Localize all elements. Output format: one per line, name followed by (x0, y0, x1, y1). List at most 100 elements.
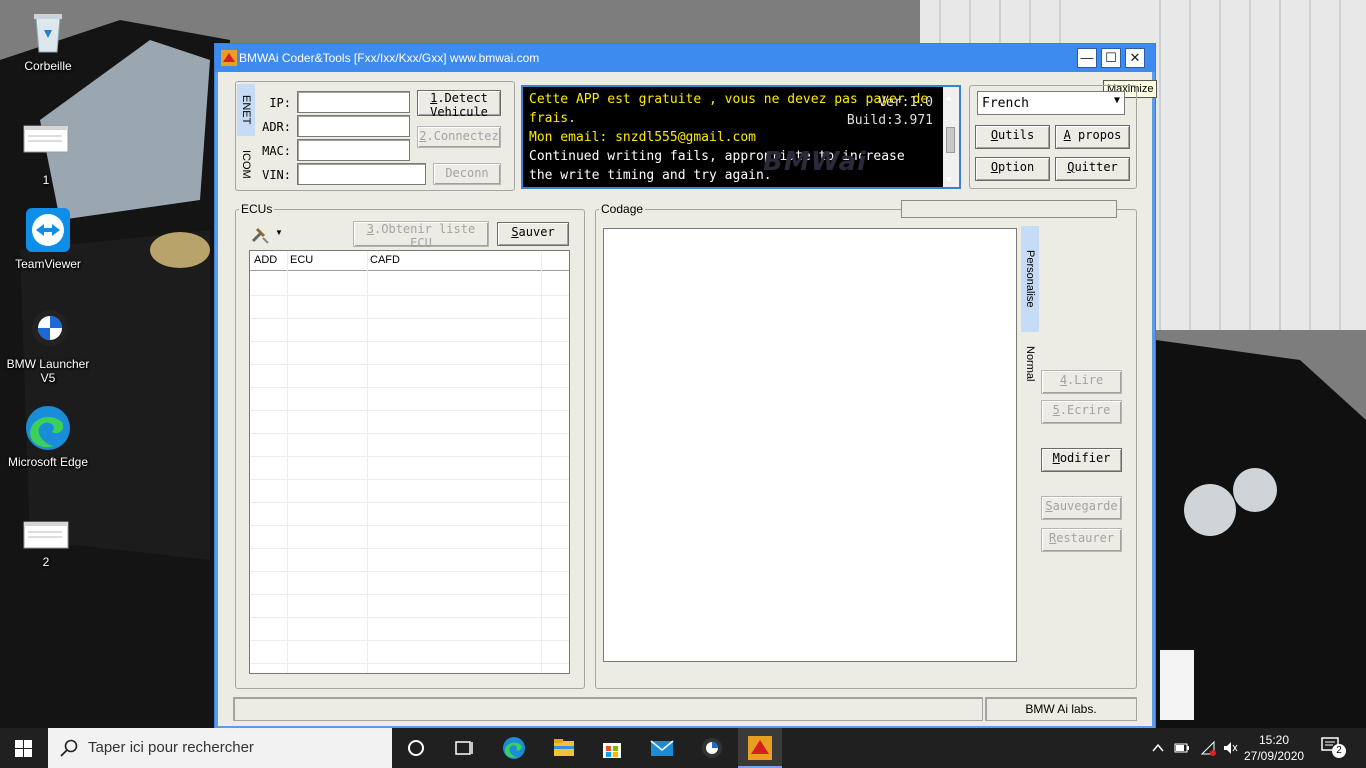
table-row (250, 617, 569, 618)
ecus-label: ECUs (239, 202, 275, 216)
mac-input[interactable] (297, 139, 410, 161)
status-bar-credit: BMW Ai labs. (985, 697, 1137, 721)
maximize-button[interactable]: ☐ (1101, 48, 1121, 68)
desktop-icon-edge[interactable]: Microsoft Edge (2, 404, 94, 469)
get-ecu-list-button[interactable]: 3.Obtenir liste ECU (353, 221, 489, 250)
ecu-table[interactable]: ADD ECU CAFD (249, 250, 570, 674)
build-label: Build:3.971 (846, 113, 933, 128)
console-line: Mon email: snzdl555@gmail.com (529, 130, 756, 145)
restaurer-button[interactable]: Restaurer (1041, 528, 1122, 552)
desktop-icon-file-1[interactable]: 1 (0, 122, 92, 187)
notification-center-button[interactable]: 2 (1320, 736, 1350, 760)
sauver-button[interactable]: Sauver (497, 222, 569, 246)
disconnect-button[interactable]: Deconn (433, 163, 501, 185)
cortana-icon[interactable] (404, 736, 428, 760)
mac-label: MAC: (262, 144, 291, 158)
wrench-hammer-icon (251, 228, 269, 244)
status-bar-main (233, 697, 983, 721)
bmwai-taskbar-item[interactable] (738, 728, 782, 768)
search-icon (60, 739, 78, 757)
chevron-up-icon[interactable] (1152, 742, 1164, 754)
scroll-up-icon[interactable]: ▲ (946, 89, 951, 108)
table-row (250, 410, 569, 411)
console-line: the write timing and try again. (529, 168, 772, 183)
desktop-icon-label: TeamViewer (15, 257, 81, 271)
table-row (250, 479, 569, 480)
chevron-down-icon: ▼ (1113, 95, 1120, 106)
apropos-button[interactable]: A propos (1055, 125, 1130, 149)
language-select[interactable]: French ▼ (977, 91, 1125, 115)
ecu-table-header: ADD ECU CAFD (250, 251, 569, 271)
desktop-icon-file-2[interactable]: 2 (0, 520, 92, 569)
app-window: BMWAi Coder&Tools [Fxx/Ixx/Kxx/Gxx] www.… (214, 43, 1158, 730)
windows-start-icon[interactable] (15, 740, 32, 757)
bmwai-app-icon (748, 736, 772, 760)
chevron-down-icon: ▼ (275, 228, 283, 237)
desktop-icon-label: 1 (42, 173, 50, 187)
edge-icon (24, 404, 72, 452)
title-bar[interactable]: BMWAi Coder&Tools [Fxx/Ixx/Kxx/Gxx] www.… (215, 44, 1155, 72)
tab-personalise[interactable]: Personalise (1021, 226, 1039, 332)
network-icon[interactable] (1200, 740, 1216, 756)
tab-normal[interactable]: Normal (1021, 334, 1039, 394)
connect-button[interactable]: 2.Connectez (417, 126, 501, 148)
clock-date: 27/09/2020 (1244, 749, 1305, 763)
vin-input[interactable] (297, 163, 426, 185)
table-row (250, 525, 569, 526)
console-line: Continued writing fails, appropriate to … (529, 149, 905, 164)
desktop-icon-recycle-bin[interactable]: Corbeille (2, 8, 94, 73)
table-row (250, 364, 569, 365)
ecrire-button[interactable]: 5.Ecrire (1041, 400, 1122, 424)
store-icon[interactable] (600, 736, 624, 760)
table-row (250, 502, 569, 503)
tab-icom[interactable]: ICOM (237, 138, 255, 190)
scroll-thumb[interactable] (946, 127, 955, 153)
ip-input[interactable] (297, 91, 410, 113)
recycle-bin-icon (24, 8, 72, 56)
outils-button[interactable]: Outils (975, 125, 1050, 149)
tab-enet[interactable]: ENET (237, 84, 255, 136)
column-header-ecu[interactable]: ECU (290, 254, 313, 266)
adr-input[interactable] (297, 115, 410, 137)
minimize-button[interactable]: — (1077, 48, 1097, 68)
desktop-icon-teamviewer[interactable]: TeamViewer (2, 206, 94, 271)
quitter-button[interactable]: Quitter (1055, 157, 1130, 181)
edge-taskbar-icon[interactable] (502, 736, 526, 760)
table-row (250, 318, 569, 319)
detect-vehicle-button[interactable]: 1.Detect Vehicule (417, 90, 501, 119)
language-value: French (982, 96, 1029, 111)
bmw-launcher-icon (24, 306, 72, 354)
sauvegarde-button[interactable]: Sauvegarde (1041, 496, 1122, 520)
bmw-launcher-taskbar-icon[interactable] (700, 736, 724, 760)
window-title: BMWAi Coder&Tools [Fxx/Ixx/Kxx/Gxx] www.… (239, 51, 540, 65)
scroll-down-icon[interactable]: ▼ (946, 171, 951, 187)
volume-muted-icon[interactable] (1222, 740, 1238, 756)
clock-time: 15:20 (1258, 733, 1290, 747)
modifier-button[interactable]: Modifier (1041, 448, 1122, 472)
table-row (250, 640, 569, 641)
search-placeholder: Taper ici pour rechercher (88, 739, 254, 756)
file-explorer-icon[interactable] (552, 736, 576, 760)
bmwai-app-icon (221, 50, 237, 66)
console-scrollbar[interactable]: ▲ ▼ (943, 87, 959, 187)
taskbar-search-box[interactable]: Taper ici pour rechercher (48, 728, 392, 768)
coding-text-area[interactable] (603, 228, 1017, 662)
column-header-add[interactable]: ADD (254, 254, 277, 266)
column-header-cafd[interactable]: CAFD (370, 254, 400, 266)
table-row (250, 387, 569, 388)
tools-dropdown[interactable]: ▼ (251, 226, 287, 244)
document-icon (22, 122, 70, 170)
mail-icon[interactable] (650, 736, 674, 760)
lire-button[interactable]: 4.Lire (1041, 370, 1122, 394)
message-console: Cette APP est gratuite , vous ne devez p… (521, 85, 961, 189)
desktop-icon-label: Corbeille (24, 59, 72, 73)
teamviewer-icon (24, 206, 72, 254)
desktop-icon-bmw-launcher[interactable]: BMW Launcher V5 (2, 306, 94, 385)
system-clock[interactable]: 15:20 27/09/2020 (1244, 732, 1304, 764)
task-view-icon[interactable] (452, 736, 476, 760)
bmwai-watermark-logo: BMWai (763, 147, 868, 177)
close-button[interactable]: ✕ (1125, 48, 1145, 68)
desktop-icon-label: BMW Launcher V5 (6, 357, 90, 385)
battery-icon[interactable] (1174, 742, 1190, 754)
option-button[interactable]: Option (975, 157, 1050, 181)
